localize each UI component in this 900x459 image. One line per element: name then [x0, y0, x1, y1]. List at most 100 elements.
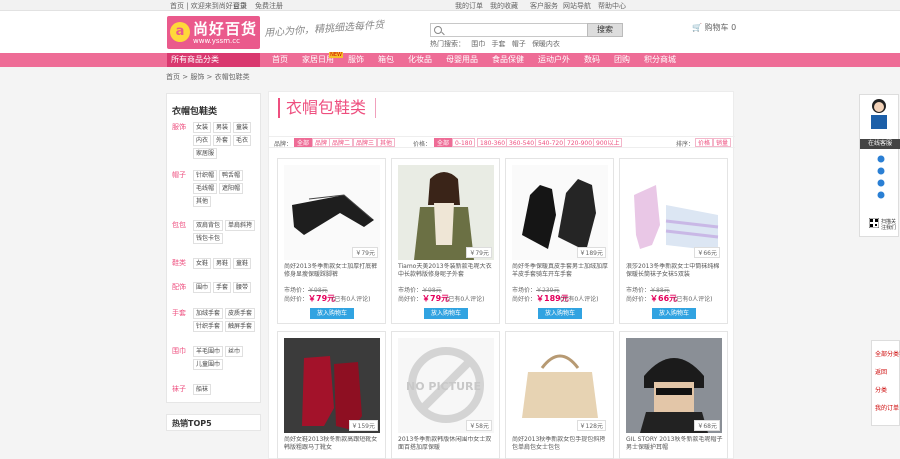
nav-item[interactable]: 数码	[584, 53, 600, 67]
sidebar-link[interactable]: 丝巾	[225, 346, 244, 357]
right-tab-item[interactable]: 全部分类导航	[875, 349, 900, 358]
right-tab-item[interactable]: 我的订单	[875, 403, 899, 412]
cart-link[interactable]: 🛒 购物车 0	[692, 22, 736, 33]
sidebar-link[interactable]: 羊毛围巾	[193, 346, 224, 357]
product-title[interactable]: 尚好冬季保暖真皮手套男士加绒加厚羊皮手套骑车开车手套	[512, 263, 609, 283]
product-image[interactable]: ￥189元	[512, 165, 608, 260]
hot-word[interactable]: 围巾	[471, 40, 485, 48]
sort-chip[interactable]: 销量	[713, 138, 732, 147]
login-link[interactable]: 登录	[233, 1, 247, 11]
hot-word[interactable]: 保暖内衣	[532, 40, 560, 48]
sidebar-link[interactable]: 女鞋	[193, 258, 212, 269]
top-link[interactable]: 我的订单	[455, 1, 483, 11]
group-name[interactable]: 包包	[172, 220, 186, 230]
price-chip[interactable]: 360-540	[506, 138, 538, 147]
nav-item[interactable]: 箱包	[378, 53, 394, 67]
nav-item[interactable]: 首页	[272, 53, 288, 67]
nav-item[interactable]: 食品保健	[492, 53, 524, 67]
sidebar-link[interactable]: 其他	[193, 196, 212, 207]
product-card[interactable]: ￥159元 尚好女鞋2013秋冬新款高跟短靴女韩版粗跟马丁靴女	[277, 331, 386, 459]
product-title[interactable]: 尚好2013冬季新款女士加厚打底裤修身显瘦保暖踩脚裤	[284, 263, 381, 283]
product-image[interactable]: ￥79元	[398, 165, 494, 260]
sidebar-link[interactable]: 单肩斜挎	[225, 220, 256, 231]
sidebar-link[interactable]: 内衣	[193, 135, 212, 146]
sidebar-link[interactable]: 男装	[213, 122, 232, 133]
qq-icon[interactable]	[876, 191, 886, 199]
hot-word[interactable]: 帽子	[512, 40, 526, 48]
sidebar-link[interactable]: 遮阳帽	[219, 183, 244, 194]
nav-item[interactable]: 母婴用品	[446, 53, 478, 67]
product-title[interactable]: GIL STORY 2013秋冬新款毛呢帽子男士保暖护耳帽	[626, 436, 723, 456]
product-card[interactable]: ￥66元 浪莎2013冬季新款女士中筒袜纯棉保暖长筒袜子女袜5双装 市场价：￥8…	[619, 158, 728, 324]
add-to-cart-button[interactable]: 放入购物车	[424, 308, 468, 319]
product-card[interactable]: ￥58元 NO PICTURE 2013冬季新款韩版休闲围巾女士双面百搭加厚保暖	[391, 331, 500, 459]
sidebar-link[interactable]: 童装	[233, 122, 252, 133]
brand-chip[interactable]: 其他	[377, 138, 396, 147]
search-button[interactable]: 搜索	[587, 23, 623, 37]
sidebar-link[interactable]: 触屏手套	[225, 321, 256, 332]
product-title[interactable]: 浪莎2013冬季新款女士中筒袜纯棉保暖长筒袜子女袜5双装	[626, 263, 723, 283]
price-chip[interactable]: 720-900	[564, 138, 596, 147]
sidebar-link[interactable]: 外套	[213, 135, 232, 146]
sidebar-link[interactable]: 家居服	[193, 148, 218, 159]
hot-word[interactable]: 手套	[491, 40, 505, 48]
sidebar-link[interactable]: 女装	[193, 122, 212, 133]
group-name[interactable]: 手套	[172, 308, 186, 318]
product-title[interactable]: Tiamo天美2013冬装新款毛呢大衣中长款韩版修身呢子外套	[398, 263, 495, 283]
group-name[interactable]: 围巾	[172, 346, 186, 356]
product-card[interactable]: ￥79元 Tiamo天美2013冬装新款毛呢大衣中长款韩版修身呢子外套 市场价：…	[391, 158, 500, 324]
product-title[interactable]: 尚好女鞋2013秋冬新款高跟短靴女韩版粗跟马丁靴女	[284, 436, 381, 456]
brand-chip[interactable]: 全部	[294, 138, 313, 147]
sidebar-link[interactable]: 童鞋	[233, 258, 252, 269]
group-name[interactable]: 配饰	[172, 282, 186, 292]
sidebar-link[interactable]: 围巾	[193, 282, 212, 293]
right-tab-item[interactable]: 分类	[875, 385, 887, 394]
sidebar-link[interactable]: 手套	[213, 282, 232, 293]
price-chip[interactable]: 180-360	[477, 138, 509, 147]
group-name[interactable]: 帽子	[172, 170, 186, 180]
sidebar-link[interactable]: 针织帽	[193, 170, 218, 181]
product-card[interactable]: ￥128元 尚好2013秋季新款女包手提包斜挎包单肩包女士包包	[505, 331, 614, 459]
sort-chip[interactable]: 价格	[695, 138, 714, 147]
group-name[interactable]: 鞋类	[172, 258, 186, 268]
top-link[interactable]: 客户服务	[530, 1, 558, 11]
nav-item[interactable]: 家居日用 NEW	[302, 52, 343, 67]
all-categories-button[interactable]: 所有商品分类	[167, 53, 260, 67]
product-image[interactable]: ￥79元	[284, 165, 380, 260]
sidebar-link[interactable]: 针织手套	[193, 321, 224, 332]
sidebar-link[interactable]: 儿童围巾	[193, 359, 224, 370]
site-logo[interactable]: a 尚好百货 www.yssm.cc	[167, 16, 260, 49]
sidebar-link[interactable]: 加绒手套	[193, 308, 224, 319]
qq-icon[interactable]	[876, 155, 886, 163]
qq-icon[interactable]	[876, 179, 886, 187]
add-to-cart-button[interactable]: 放入购物车	[652, 308, 696, 319]
price-chip[interactable]: 0-180	[452, 138, 476, 147]
search-input[interactable]	[445, 25, 585, 35]
nav-item[interactable]: 运动户外	[538, 53, 570, 67]
nav-item[interactable]: 团购	[614, 53, 630, 67]
group-name[interactable]: 服饰	[172, 122, 186, 132]
product-image[interactable]: ￥68元	[626, 338, 722, 433]
brand-chip[interactable]: 品牌二	[329, 138, 354, 147]
sidebar-link[interactable]: 腰带	[233, 282, 252, 293]
right-tab-item[interactable]: 返回	[875, 367, 887, 376]
nav-item[interactable]: 服饰	[348, 53, 364, 67]
nav-item[interactable]: 积分商城	[644, 53, 676, 67]
product-title[interactable]: 2013冬季新款韩版休闲围巾女士双面百搭加厚保暖	[398, 436, 495, 456]
sidebar-link[interactable]: 鸭舌帽	[219, 170, 244, 181]
product-image[interactable]: ￥66元	[626, 165, 722, 260]
sidebar-link[interactable]: 双肩背包	[193, 220, 224, 231]
group-name[interactable]: 袜子	[172, 384, 186, 394]
sidebar-link[interactable]: 钱包卡包	[193, 233, 224, 244]
qq-icon[interactable]	[876, 167, 886, 175]
nav-item[interactable]: 化妆品	[408, 53, 432, 67]
product-card[interactable]: ￥68元 GIL STORY 2013秋冬新款毛呢帽子男士保暖护耳帽	[619, 331, 728, 459]
product-image[interactable]: ￥159元	[284, 338, 380, 433]
sidebar-link[interactable]: 皮质手套	[225, 308, 256, 319]
price-chip[interactable]: 900以上	[593, 138, 623, 147]
product-title[interactable]: 尚好2013秋季新款女包手提包斜挎包单肩包女士包包	[512, 436, 609, 456]
register-link[interactable]: 免费注册	[255, 1, 283, 11]
product-image[interactable]: ￥128元	[512, 338, 608, 433]
price-chip[interactable]: 全部	[434, 138, 453, 147]
sidebar-link[interactable]: 毛线帽	[193, 183, 218, 194]
